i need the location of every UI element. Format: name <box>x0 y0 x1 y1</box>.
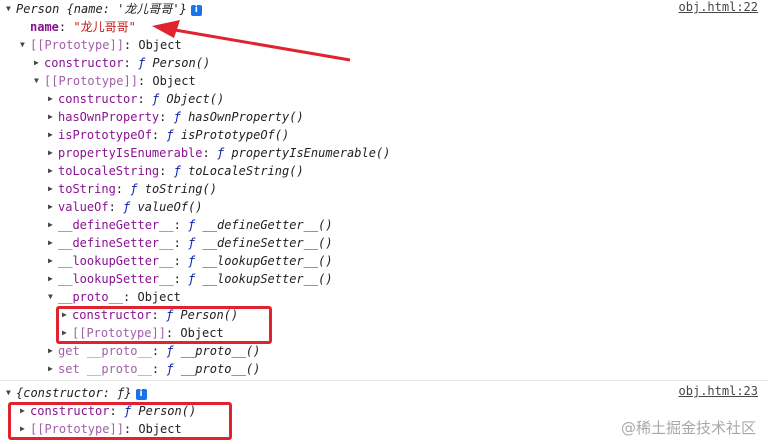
annotation-arrow-icon <box>152 20 351 62</box>
watermark: @稀土掘金技术社区 <box>620 419 756 437</box>
